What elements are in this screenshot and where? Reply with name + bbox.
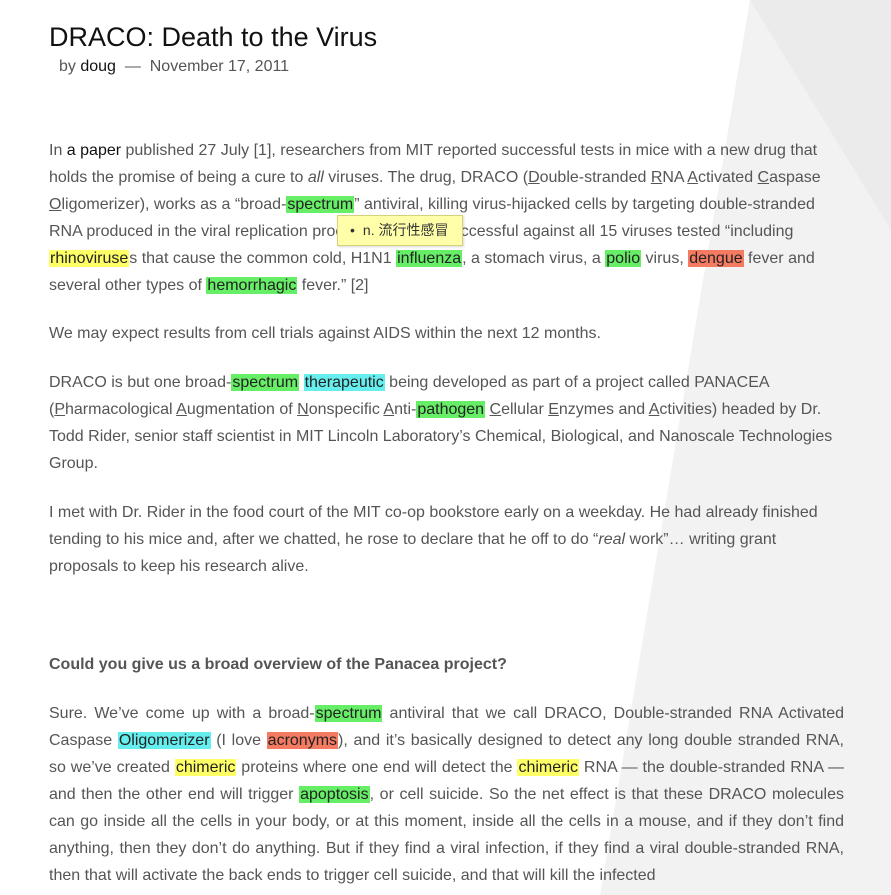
paragraph-meeting: I met with Dr. Rider in the food court o… xyxy=(49,504,818,575)
post-byline: by doug — November 17, 2011 xyxy=(59,58,289,76)
highlight-word[interactable]: polio xyxy=(605,250,642,267)
highlight-word[interactable]: Oligomerizer xyxy=(117,732,211,749)
highlight-word[interactable]: therapeutic xyxy=(303,374,385,391)
highlight-word[interactable]: hemorrhagic xyxy=(206,277,298,294)
paragraph-panacea: DRACO is but one broad-spectrum therapeu… xyxy=(49,374,833,472)
post-date: November 17, 2011 xyxy=(149,58,290,75)
highlight-word[interactable]: dengue xyxy=(688,250,744,267)
highlight-word[interactable]: influenza xyxy=(396,250,463,267)
highlight-word[interactable]: spectrum xyxy=(286,196,355,213)
highlight-word[interactable]: chimeric xyxy=(517,759,579,776)
author-link[interactable]: doug xyxy=(80,58,116,75)
byline-prefix: by xyxy=(59,58,76,75)
highlight-word[interactable]: rhinoviruse xyxy=(49,250,130,267)
tooltip-bullet: • xyxy=(350,222,355,238)
paragraph-answer: Sure. We’ve come up with a broad-spectru… xyxy=(49,705,845,884)
paragraph-aids: We may expect results from cell trials a… xyxy=(49,325,601,342)
highlight-word[interactable]: chimeric xyxy=(174,759,237,776)
highlight-word[interactable]: acronyms xyxy=(266,732,339,749)
definition-tooltip: • n. 流行性感冒 xyxy=(337,215,464,246)
tooltip-definition: n. 流行性感冒 xyxy=(362,222,449,238)
highlight-word[interactable]: pathogen xyxy=(416,401,486,418)
highlight-word[interactable]: spectrum xyxy=(314,705,383,722)
paper-link[interactable]: a paper xyxy=(67,142,121,159)
byline-separator: — xyxy=(124,58,141,75)
highlight-word[interactable]: spectrum xyxy=(231,374,300,391)
post-title: DRACO: Death to the Virus xyxy=(49,22,378,52)
interview-question: Could you give us a broad overview of th… xyxy=(49,656,507,673)
highlight-word[interactable]: apoptosis xyxy=(299,786,370,803)
